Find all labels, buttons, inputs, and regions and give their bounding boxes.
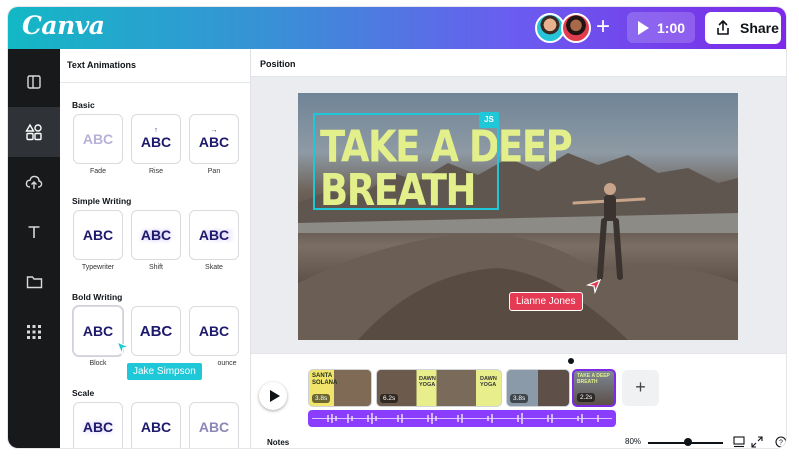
text-icon [28, 226, 40, 238]
animation-tile-skate[interactable]: ABC [189, 210, 239, 260]
notes-button[interactable]: Notes [267, 438, 289, 447]
tile-caption: Skate [205, 264, 223, 271]
rail-item-uploads[interactable] [8, 157, 60, 207]
tile-caption: Fade [90, 168, 106, 175]
apps-grid-icon [27, 325, 41, 339]
animation-tile-typewriter[interactable]: ABC [73, 210, 123, 260]
animation-tile-rise[interactable]: ↑ ABC [131, 114, 181, 164]
timeline-clip[interactable]: 3.8s [506, 369, 570, 407]
animation-tile-scale-1[interactable]: ABC [73, 402, 123, 448]
zoom-slider-thumb[interactable] [684, 438, 692, 446]
tile-caption: Shift [148, 264, 163, 271]
add-collaborator-button[interactable]: + [591, 15, 615, 40]
section-label-bold-writing: Bold Writing [72, 292, 123, 302]
collaborator-label-jake: Jake Simpson [126, 362, 203, 381]
person-figure [572, 183, 646, 280]
grid-view-icon[interactable] [733, 436, 745, 448]
share-label: Share [740, 20, 779, 36]
layout-icon [27, 75, 41, 89]
text-animations-panel: Text Animations Basic ABC Fade ↑ ABC Rise… [60, 49, 251, 448]
audio-track[interactable] [308, 410, 616, 427]
play-icon [269, 390, 280, 402]
app-window: Canva + 1:00 Share Text Animations Basic… [8, 7, 786, 448]
svg-text:?: ? [779, 440, 783, 447]
collaborator-badge: JS [479, 112, 499, 128]
section-label-basic: Basic [72, 100, 95, 110]
share-icon [717, 20, 729, 35]
audio-waveform [312, 413, 612, 424]
animation-tile-shift[interactable]: ABC [131, 210, 181, 260]
animation-tile-bounce[interactable]: ABC [189, 306, 239, 356]
timeline-clip[interactable]: DAWN YOGA DAWN YOGA 6.2s [376, 369, 502, 407]
rail-item-apps[interactable] [8, 307, 60, 357]
share-button[interactable]: Share [705, 12, 781, 44]
rail-item-projects[interactable] [8, 257, 60, 307]
top-bar: Canva + 1:00 Share [8, 7, 786, 49]
tile-caption: Typewriter [81, 264, 115, 271]
tile-caption: Pan [207, 168, 221, 175]
play-icon [638, 20, 649, 35]
tile-caption: ounce [217, 360, 237, 367]
animation-tile-scale-3[interactable]: ABC [189, 402, 239, 448]
side-rail [8, 49, 60, 448]
zoom-level: 80% [625, 437, 642, 446]
tile-caption: Rise [148, 168, 163, 175]
help-icon[interactable]: ? [775, 436, 786, 448]
cursor-pointer-icon [586, 278, 602, 294]
collaborator-avatar[interactable] [561, 13, 591, 43]
editor-toolbar: Position [251, 49, 786, 77]
canva-logo[interactable]: Canva [22, 11, 105, 40]
animation-tile-fade[interactable]: ABC [73, 114, 123, 164]
upload-icon [25, 175, 43, 189]
elements-icon [25, 123, 42, 141]
collaborator-label-lianne: Lianne Jones [509, 292, 583, 311]
rail-item-elements[interactable] [8, 107, 60, 157]
panel-divider [60, 82, 250, 83]
playhead[interactable] [568, 358, 574, 364]
tile-caption: Block [89, 360, 107, 367]
selection-box[interactable] [313, 113, 499, 210]
fullscreen-icon[interactable] [751, 436, 763, 448]
position-button[interactable]: Position [260, 59, 296, 69]
timeline-clip[interactable]: SANTA SOLANA 3.8s [308, 369, 372, 407]
rail-item-text[interactable] [8, 207, 60, 257]
timeline-play-button[interactable] [259, 382, 287, 410]
animation-tile-scale-2[interactable]: ABC [131, 402, 181, 448]
rock-foreground [298, 233, 738, 340]
cursor-pointer-icon [115, 340, 131, 356]
section-label-simple-writing: Simple Writing [72, 196, 132, 206]
animation-tile-pan[interactable]: → ABC [189, 114, 239, 164]
play-presentation-button[interactable]: 1:00 [627, 12, 695, 43]
timeline: SANTA SOLANA 3.8s DAWN YOGA DAWN YOGA 6.… [251, 353, 786, 448]
folder-icon [26, 276, 42, 289]
timeline-clip-selected[interactable]: TAKE A DEEP BREATH 2.2s [572, 369, 616, 407]
animation-tile-burst[interactable]: ABC [131, 306, 181, 356]
rail-item-design[interactable] [8, 57, 60, 107]
section-label-scale: Scale [72, 388, 95, 398]
add-clip-button[interactable]: + [622, 370, 659, 406]
panel-title: Text Animations [67, 60, 137, 70]
play-duration: 1:00 [657, 19, 686, 36]
